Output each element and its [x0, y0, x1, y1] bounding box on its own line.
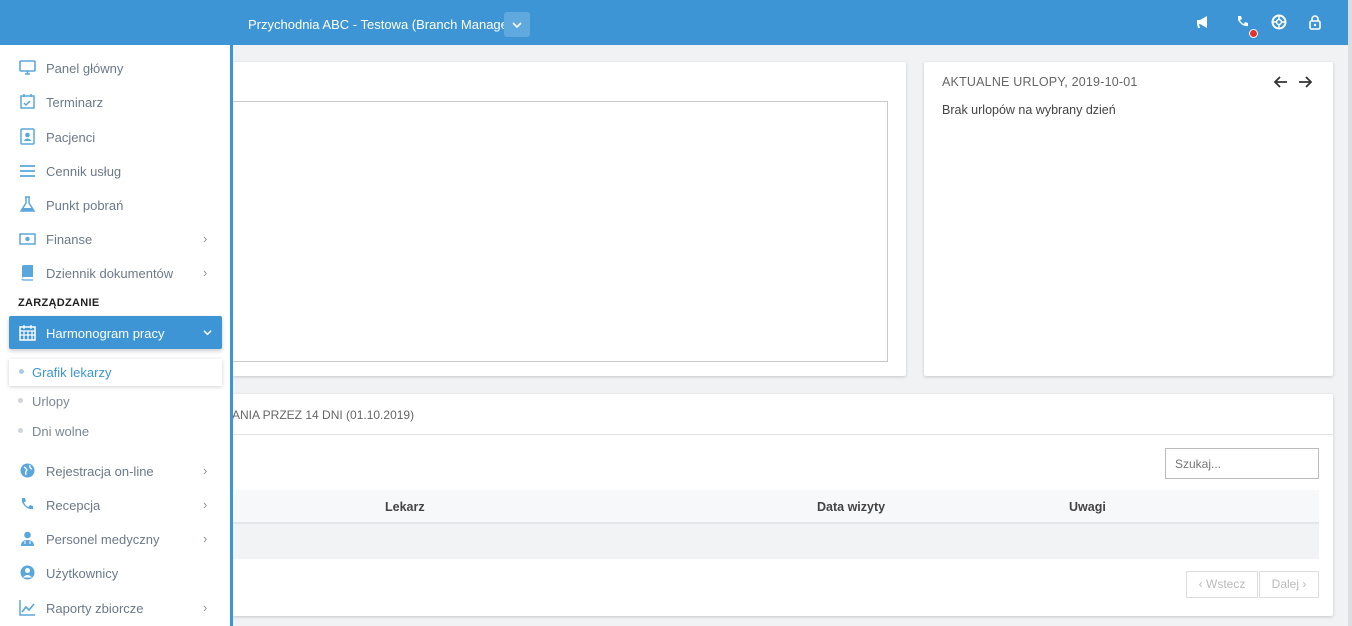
sidebar-item-finance[interactable]: Finanse › [0, 224, 230, 254]
sidebar-border [230, 45, 233, 626]
current-leaves-empty: Brak urlopów na wybrany dzień [942, 103, 1116, 117]
sidebar-item-label: Cennik usług [46, 164, 122, 179]
sidebar-item-dashboard[interactable]: Panel główny [0, 53, 230, 83]
sidebar-item-label: Raporty zbiorcze [46, 601, 144, 616]
notification-dot [1249, 29, 1258, 38]
line-chart-icon [19, 599, 36, 616]
sidebar-item-label: Finanse [46, 232, 93, 247]
subnav-item-label: Dni wolne [32, 424, 90, 439]
sidebar-item-patients[interactable]: Pacjenci [0, 122, 230, 152]
banknote-icon [19, 230, 36, 247]
lifebuoy-icon[interactable] [1269, 12, 1289, 32]
column-header-visit-date[interactable]: Data wizyty [817, 500, 885, 514]
chevron-down-icon [512, 19, 522, 33]
doctor-icon [19, 530, 36, 547]
chevron-right-icon: › [203, 231, 208, 246]
megaphone-icon[interactable] [1193, 12, 1213, 32]
contact-card-icon [19, 128, 36, 145]
sidebar-item-label: Pacjenci [46, 130, 96, 145]
current-leaves-title: AKTUALNE URLOPY, 2019-10-01 [942, 75, 1138, 89]
arrow-right-icon[interactable] [1298, 75, 1313, 94]
calendar-check-icon [19, 93, 36, 110]
user-circle-icon [19, 564, 36, 581]
sidebar-item-online-registration[interactable]: Rejestracja on-line › [0, 456, 230, 486]
globe-icon [19, 462, 36, 479]
sidebar-item-document-log[interactable]: Dziennik dokumentów › [0, 258, 230, 288]
monitor-icon [19, 59, 36, 76]
bullet [18, 398, 23, 403]
visits-title: ANIA PRZEZ 14 DNI (01.10.2019) [232, 408, 415, 422]
notes-textarea[interactable] [232, 101, 888, 362]
subnav-item-doctor-schedule[interactable]: Grafik lekarzy [9, 359, 222, 386]
sidebar-item-schedule[interactable]: Terminarz [0, 87, 230, 117]
sidebar-item-label: Rejestracja on-line [46, 464, 154, 479]
sidebar-item-label: Dziennik dokumentów [46, 266, 174, 281]
chevron-right-icon: › [203, 463, 208, 478]
scrollbar-track[interactable] [1348, 0, 1352, 626]
sidebar-item-work-schedule[interactable]: Harmonogram pracy [9, 316, 222, 349]
sidebar-item-reports[interactable]: Raporty zbiorcze › [0, 593, 230, 623]
phone-icon [19, 496, 36, 513]
column-header-notes[interactable]: Uwagi [1069, 500, 1106, 514]
calendar-grid-icon [19, 324, 36, 341]
search-input[interactable] [1165, 448, 1319, 479]
bullet [18, 428, 23, 433]
sidebar-item-medical-staff[interactable]: Personel medyczny › [0, 524, 230, 554]
list-icon [19, 162, 36, 179]
sidebar-item-label: Terminarz [46, 95, 104, 110]
chevron-right-icon: › [203, 600, 208, 615]
chevron-right-icon: › [203, 265, 208, 280]
sidebar-header [0, 0, 230, 45]
subnav-item-label: Grafik lekarzy [32, 365, 112, 380]
sidebar-item-label: Punkt pobrań [46, 198, 124, 213]
sidebar-item-pricelist[interactable]: Cennik usług [0, 156, 230, 186]
sidebar-item-reception[interactable]: Recepcja › [0, 490, 230, 520]
sidebar-item-label: Użytkownicy [46, 566, 119, 581]
sidebar-item-collection-point[interactable]: Punkt pobrań [0, 190, 230, 220]
next-page-button[interactable]: Dalej › [1259, 571, 1319, 598]
lock-icon[interactable] [1305, 12, 1325, 32]
column-header-doctor[interactable]: Lekarz [385, 500, 425, 514]
subnav-item-label: Urlopy [32, 394, 70, 409]
book-icon [19, 264, 36, 281]
prev-page-button[interactable]: ‹ Wstecz [1186, 571, 1258, 598]
sidebar-item-label: Personel medyczny [46, 532, 160, 547]
clinic-switch-button[interactable] [504, 12, 530, 37]
chevron-right-icon: › [203, 497, 208, 512]
divider [232, 434, 1333, 435]
table-row [232, 524, 1319, 559]
section-label-management: ZARZĄDZANIE [18, 297, 100, 309]
table-header: Lekarz Data wizyty Uwagi [232, 490, 1319, 524]
sidebar-item-label: Recepcja [46, 498, 101, 513]
flask-icon [19, 196, 36, 213]
sidebar-item-label: Harmonogram pracy [46, 326, 165, 341]
bullet [19, 369, 24, 374]
arrow-left-icon[interactable] [1273, 75, 1288, 94]
sidebar-item-label: Panel główny [46, 61, 124, 76]
chevron-down-icon [203, 325, 212, 340]
chevron-right-icon: › [203, 531, 208, 546]
sidebar-item-users[interactable]: Użytkownicy [0, 558, 230, 588]
clinic-title: Przychodnia ABC - Testowa (Branch Manage… [248, 17, 517, 32]
